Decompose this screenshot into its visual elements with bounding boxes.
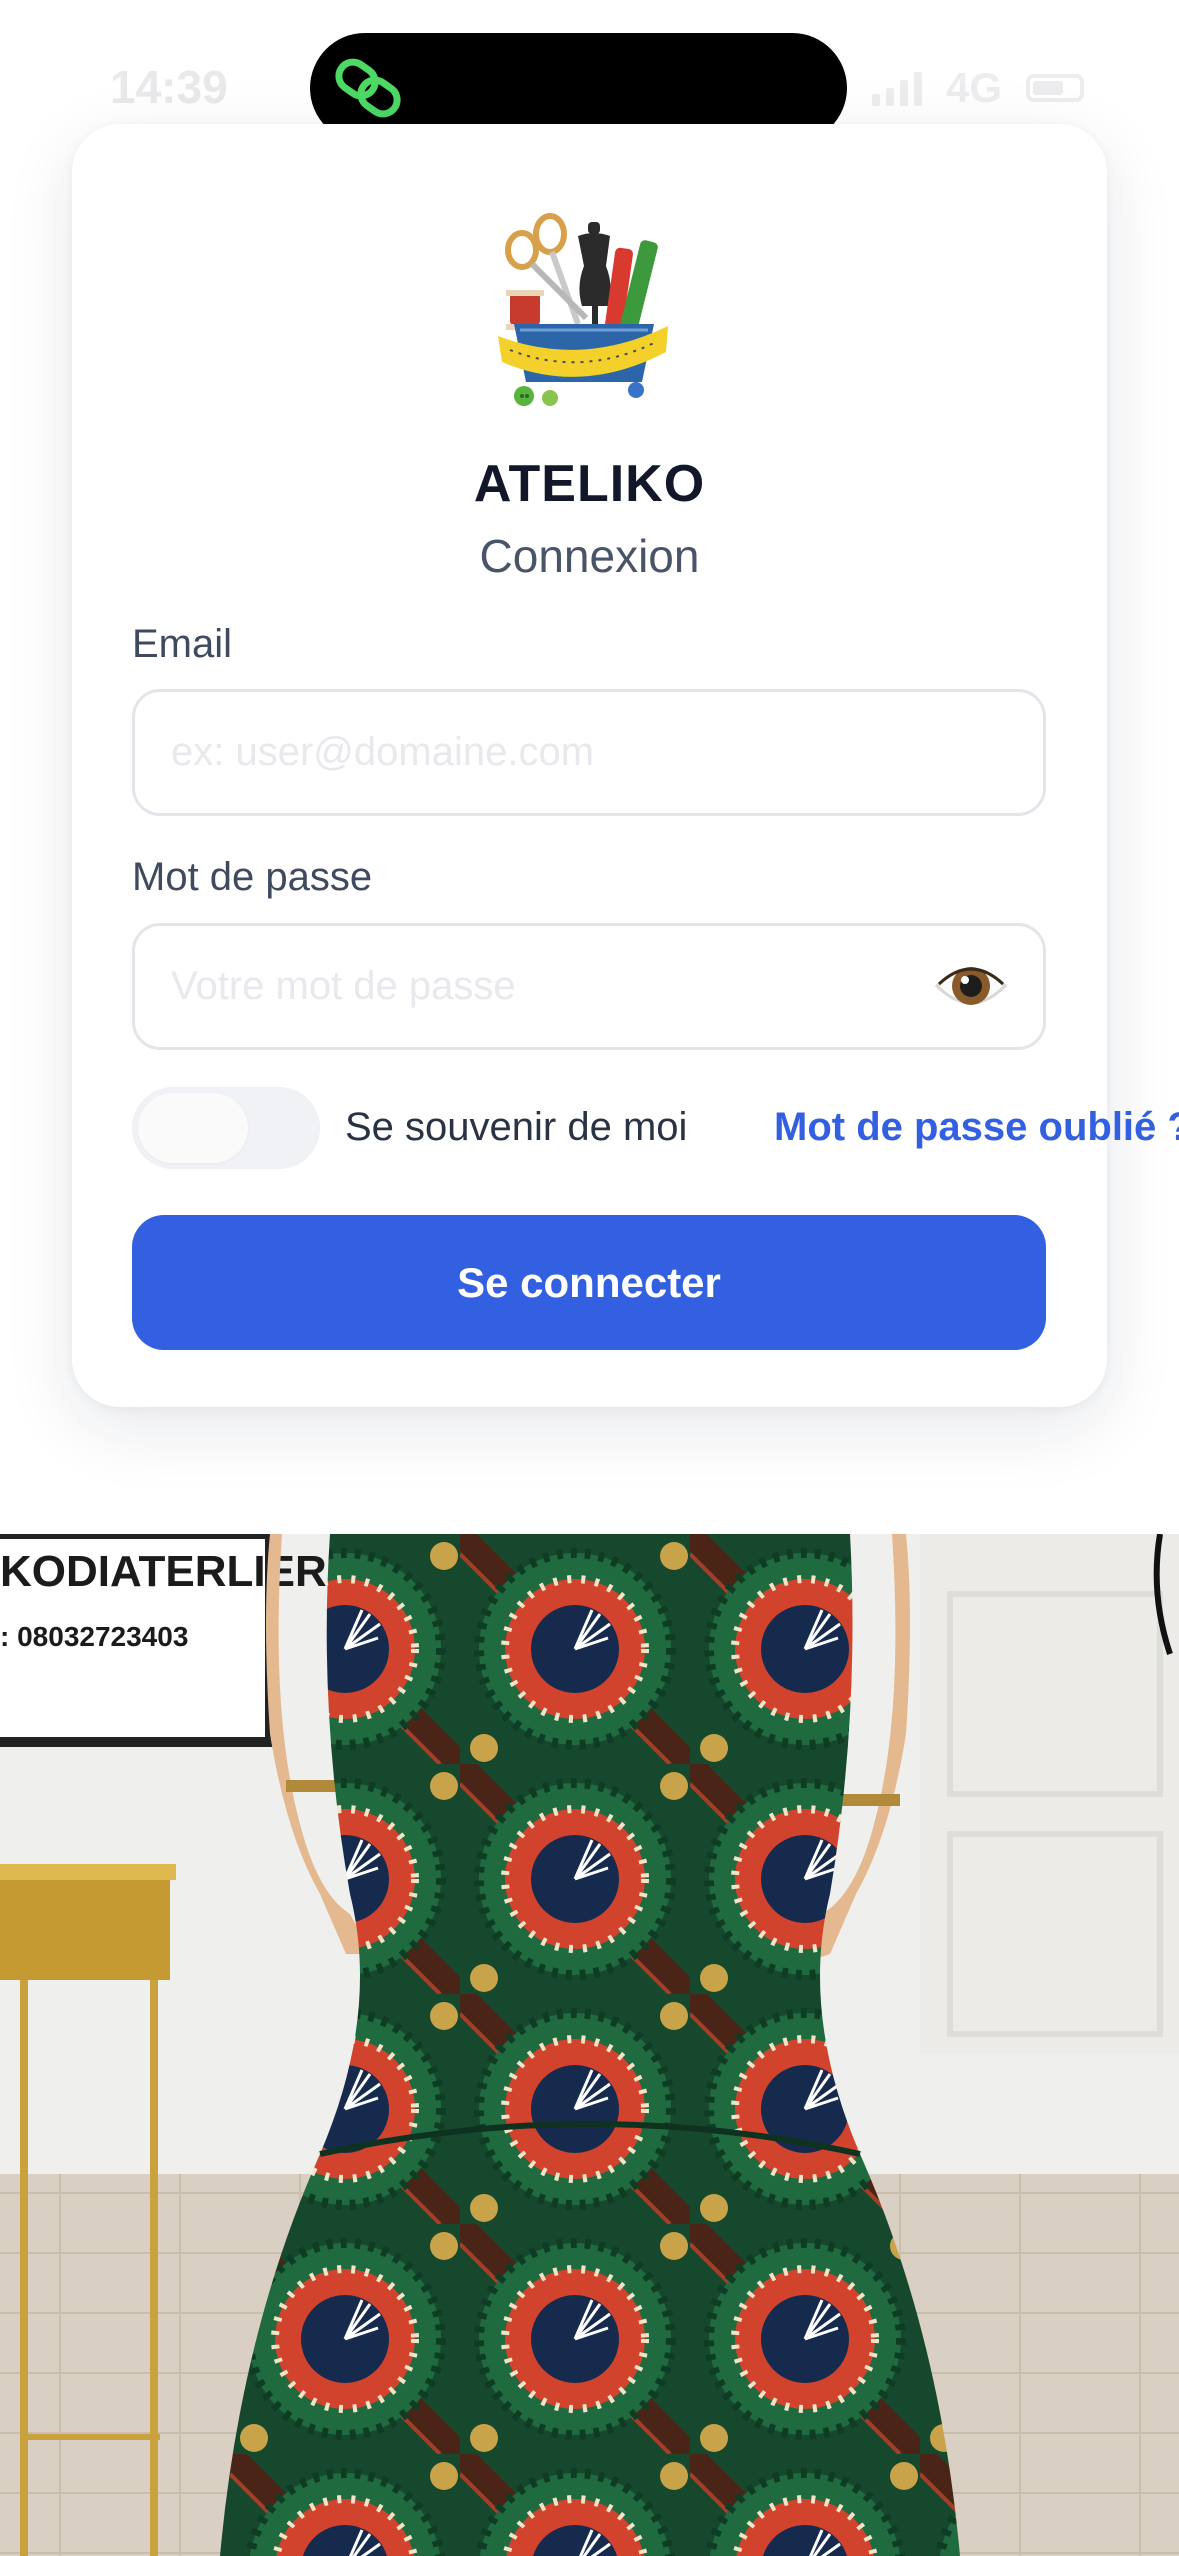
battery-icon <box>1026 74 1084 102</box>
forgot-password-link[interactable]: Mot de passe oublié ? <box>774 1105 1179 1150</box>
login-card: ATELIKO Connexion Email Mot de passe Se … <box>72 124 1179 1407</box>
status-indicators: 4G <box>871 64 1084 112</box>
email-label: Email <box>132 622 233 666</box>
sign-line1: KODIATERLIERS <box>0 1547 356 1596</box>
network-type: 4G <box>945 64 1002 111</box>
page-subtitle: Connexion <box>479 530 700 582</box>
email-field-container <box>132 689 1046 816</box>
remember-row: Se souvenir de moi Mot de passe oublié ? <box>132 1087 1179 1169</box>
link-activity-icon <box>335 58 401 118</box>
signal-icon <box>871 70 922 106</box>
app-name: ATELIKO <box>473 455 706 513</box>
password-input[interactable] <box>171 926 931 1047</box>
remember-toggle[interactable] <box>132 1087 320 1169</box>
remember-label: Se souvenir de moi <box>345 1105 688 1149</box>
email-input[interactable] <box>171 692 931 813</box>
sewing-kit-logo <box>498 213 668 406</box>
password-label: Mot de passe <box>132 855 373 899</box>
sign-line2: : 08032723403 <box>0 1621 188 1652</box>
password-field-container <box>132 923 1046 1050</box>
toggle-knob <box>138 1093 248 1163</box>
dress-photo: KODIATERLIERS : 08032723403 <box>0 1534 1179 2556</box>
eye-icon[interactable] <box>933 954 1009 1018</box>
status-time: 14:39 <box>110 61 228 113</box>
login-button[interactable]: Se connecter <box>132 1215 1046 1350</box>
